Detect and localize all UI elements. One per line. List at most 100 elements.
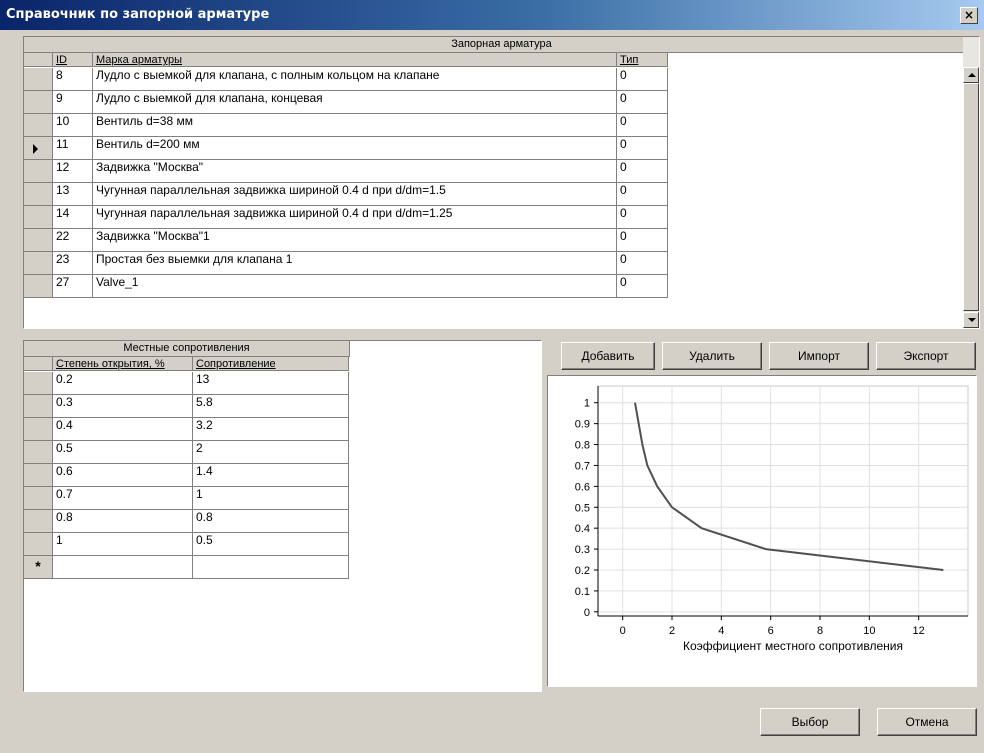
valve-cell-id[interactable]: 10 — [53, 114, 93, 137]
resist-cell-open[interactable]: 0.4 — [53, 418, 193, 441]
valve-cell-type[interactable]: 0 — [617, 114, 668, 137]
row-indicator[interactable] — [24, 275, 53, 298]
valve-cell-id[interactable]: 13 — [53, 183, 93, 206]
resist-cell-res[interactable]: 1.4 — [193, 464, 349, 487]
valve-cell-name[interactable]: Лудло с выемкой для клапана, концевая — [93, 91, 617, 114]
valve-cell-name[interactable]: Задвижка "Москва" — [93, 160, 617, 183]
cancel-button[interactable]: Отмена — [877, 708, 977, 736]
valve-cell-name[interactable]: Простая без выемки для клапана 1 — [93, 252, 617, 275]
resist-row[interactable]: 1 0.5 — [24, 533, 349, 556]
resist-row[interactable]: 0.4 3.2 — [24, 418, 349, 441]
resist-cell-open[interactable] — [53, 556, 193, 579]
valve-cell-id[interactable]: 8 — [53, 68, 93, 91]
valve-cell-name[interactable]: Вентиль d=38 мм — [93, 114, 617, 137]
resist-cell-res[interactable]: 1 — [193, 487, 349, 510]
resist-cell-open[interactable]: 0.3 — [53, 395, 193, 418]
valve-row[interactable]: 14 Чугунная параллельная задвижка шириной… — [24, 206, 668, 229]
row-indicator[interactable] — [24, 464, 53, 487]
valve-cell-type[interactable]: 0 — [617, 68, 668, 91]
valve-cell-name[interactable]: Лудло с выемкой для клапана, с полным ко… — [93, 68, 617, 91]
row-indicator[interactable] — [24, 510, 53, 533]
valve-row[interactable]: 13 Чугунная параллельная задвижка шириной… — [24, 183, 668, 206]
valve-cell-name[interactable]: Valve_1 — [93, 275, 617, 298]
resist-cell-open[interactable]: 0.8 — [53, 510, 193, 533]
resistances-grid[interactable]: Местные сопротивления Степень открытия, … — [23, 340, 542, 692]
valve-cell-id[interactable]: 23 — [53, 252, 93, 275]
select-button[interactable]: Выбор — [760, 708, 860, 736]
resist-cell-res[interactable] — [193, 556, 349, 579]
row-indicator[interactable] — [24, 441, 53, 464]
valve-cell-type[interactable]: 0 — [617, 229, 668, 252]
resist-header-opening[interactable]: Степень открытия, % — [53, 357, 193, 371]
valves-header-name[interactable]: Марка арматуры — [93, 53, 617, 67]
resist-row[interactable]: 0.6 1.4 — [24, 464, 349, 487]
valve-cell-name[interactable]: Чугунная параллельная задвижка шириной 0… — [93, 206, 617, 229]
row-indicator[interactable] — [24, 137, 53, 160]
valve-cell-id[interactable]: 9 — [53, 91, 93, 114]
resist-cell-res[interactable]: 5.8 — [193, 395, 349, 418]
row-indicator[interactable] — [24, 206, 53, 229]
valve-cell-type[interactable]: 0 — [617, 252, 668, 275]
row-indicator[interactable] — [24, 533, 53, 556]
row-indicator[interactable] — [24, 91, 53, 114]
valve-row[interactable]: 9 Лудло с выемкой для клапана, концевая 0 — [24, 91, 668, 114]
row-indicator[interactable] — [24, 229, 53, 252]
valve-cell-id[interactable]: 12 — [53, 160, 93, 183]
close-button[interactable]: × — [960, 7, 978, 24]
delete-button[interactable]: Удалить — [662, 342, 762, 370]
valve-cell-type[interactable]: 0 — [617, 206, 668, 229]
resist-cell-res[interactable]: 0.8 — [193, 510, 349, 533]
import-button[interactable]: Импорт — [769, 342, 869, 370]
valve-cell-id[interactable]: 11 — [53, 137, 93, 160]
valve-cell-name[interactable]: Вентиль d=200 мм — [93, 137, 617, 160]
resist-cell-res[interactable]: 2 — [193, 441, 349, 464]
valves-grid[interactable]: Запорная арматура ID Марка арматуры Тип … — [23, 36, 980, 329]
row-indicator[interactable] — [24, 160, 53, 183]
valve-cell-id[interactable]: 27 — [53, 275, 93, 298]
resist-cell-open[interactable]: 0.7 — [53, 487, 193, 510]
valves-scroll-down-button[interactable] — [963, 312, 979, 328]
valve-row[interactable]: 23 Простая без выемки для клапана 10 — [24, 252, 668, 275]
valve-cell-id[interactable]: 14 — [53, 206, 93, 229]
resist-cell-open[interactable]: 0.6 — [53, 464, 193, 487]
valve-cell-type[interactable]: 0 — [617, 91, 668, 114]
resist-row[interactable]: 0.3 5.8 — [24, 395, 349, 418]
resist-header-resistance[interactable]: Сопротивление — [193, 357, 349, 371]
row-indicator[interactable] — [24, 252, 53, 275]
row-indicator[interactable] — [24, 68, 53, 91]
valve-cell-id[interactable]: 22 — [53, 229, 93, 252]
valves-scrollbar[interactable] — [963, 37, 979, 328]
valves-header-type[interactable]: Тип — [617, 53, 668, 67]
row-indicator[interactable] — [24, 487, 53, 510]
valve-row[interactable]: 12 Задвижка "Москва" 0 — [24, 160, 668, 183]
export-button[interactable]: Экспорт — [876, 342, 976, 370]
resist-new-row[interactable]: * — [24, 556, 349, 579]
resist-cell-res[interactable]: 3.2 — [193, 418, 349, 441]
valves-scroll-up-button[interactable] — [963, 67, 979, 83]
valve-cell-type[interactable]: 0 — [617, 183, 668, 206]
valve-row[interactable]: 10 Вентиль d=38 мм 0 — [24, 114, 668, 137]
row-indicator[interactable] — [24, 114, 53, 137]
resist-row[interactable]: 0.8 0.8 — [24, 510, 349, 533]
resist-cell-open[interactable]: 1 — [53, 533, 193, 556]
resist-cell-open[interactable]: 0.2 — [53, 372, 193, 395]
valve-row[interactable]: 11 Вентиль d=200 мм 0 — [24, 137, 668, 160]
row-indicator[interactable] — [24, 183, 53, 206]
resist-cell-res[interactable]: 0.5 — [193, 533, 349, 556]
valve-cell-type[interactable]: 0 — [617, 160, 668, 183]
valve-row[interactable]: 27 Valve_1 0 — [24, 275, 668, 298]
row-indicator[interactable] — [24, 395, 53, 418]
valve-cell-type[interactable]: 0 — [617, 275, 668, 298]
resist-cell-open[interactable]: 0.5 — [53, 441, 193, 464]
valve-row[interactable]: 22 Задвижка "Москва"1 0 — [24, 229, 668, 252]
resist-row[interactable]: 0.7 1 — [24, 487, 349, 510]
add-button[interactable]: Добавить — [561, 342, 655, 370]
valve-cell-name[interactable]: Чугунная параллельная задвижка шириной 0… — [93, 183, 617, 206]
valve-cell-name[interactable]: Задвижка "Москва"1 — [93, 229, 617, 252]
valves-header-id[interactable]: ID — [53, 53, 93, 67]
row-indicator[interactable] — [24, 418, 53, 441]
resist-row[interactable]: 0.5 2 — [24, 441, 349, 464]
resist-row[interactable]: 0.2 13 — [24, 372, 349, 395]
valve-cell-type[interactable]: 0 — [617, 137, 668, 160]
valves-scroll-thumb[interactable] — [963, 83, 979, 311]
